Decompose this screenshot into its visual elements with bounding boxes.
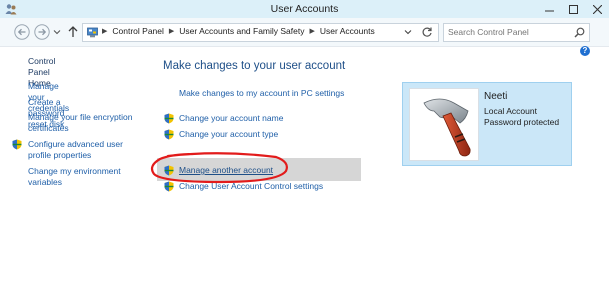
breadcrumb-item-user-accounts-family-safety[interactable]: User Accounts and Family Safety: [179, 26, 304, 36]
manage-file-encryption-link[interactable]: Manage your file encryption certificates: [28, 112, 143, 134]
minimize-button[interactable]: [537, 0, 561, 18]
address-bar[interactable]: ▶ Control Panel ▶ User Accounts and Fami…: [82, 23, 439, 42]
breadcrumb-separator-icon: ▶: [168, 28, 175, 35]
uac-shield-icon: [164, 129, 174, 140]
annotation-circle-mark: [150, 152, 288, 184]
forward-arrow-icon[interactable]: [34, 24, 50, 40]
maximize-button[interactable]: [561, 0, 585, 18]
back-arrow-icon[interactable]: [14, 24, 30, 40]
user-password-status: Password protected: [484, 117, 560, 127]
recent-pages-chevron-icon[interactable]: [52, 27, 62, 37]
search-icon[interactable]: [574, 27, 585, 38]
refresh-icon[interactable]: [421, 26, 433, 38]
maximize-icon: [568, 4, 578, 14]
breadcrumb-item-user-accounts[interactable]: User Accounts: [320, 26, 375, 36]
breadcrumb: ▶ Control Panel ▶ User Accounts and Fami…: [102, 26, 375, 36]
search-box[interactable]: [443, 23, 590, 42]
control-panel-icon: [87, 27, 98, 38]
change-account-type-link[interactable]: Change your account type: [179, 129, 278, 140]
up-arrow-icon[interactable]: [67, 25, 79, 38]
uac-shield-icon: [164, 113, 174, 124]
user-name: Neeti: [484, 91, 508, 102]
window-title: User Accounts: [270, 3, 339, 15]
pc-settings-link[interactable]: Make changes to my account in PC setting…: [179, 88, 344, 99]
uac-shield-icon: [12, 139, 22, 150]
navigation-bar: ▶ Control Panel ▶ User Accounts and Fami…: [0, 18, 609, 47]
change-account-name-link[interactable]: Change your account name: [179, 113, 283, 124]
breadcrumb-separator-icon: ▶: [309, 28, 315, 35]
close-button[interactable]: [585, 0, 609, 18]
user-account-type: Local Account: [484, 106, 537, 116]
breadcrumb-item-control-panel[interactable]: Control Panel: [112, 26, 164, 36]
address-dropdown-chevron-icon[interactable]: [403, 27, 413, 37]
page-title: Make changes to your user account: [163, 60, 346, 72]
close-icon: [592, 4, 602, 14]
hammer-icon: [423, 98, 471, 157]
help-icon[interactable]: ?: [580, 46, 590, 56]
configure-advanced-profile-link[interactable]: Configure advanced user profile properti…: [28, 139, 143, 161]
search-input[interactable]: [448, 26, 566, 38]
user-account-card: Neeti Local Account Password protected: [402, 82, 572, 166]
breadcrumb-separator-icon: ▶: [102, 28, 108, 35]
change-environment-variables-link[interactable]: Change my environment variables: [28, 166, 143, 188]
minimize-icon: [544, 10, 554, 11]
user-avatar: [409, 88, 479, 161]
title-bar: User Accounts: [0, 0, 609, 18]
